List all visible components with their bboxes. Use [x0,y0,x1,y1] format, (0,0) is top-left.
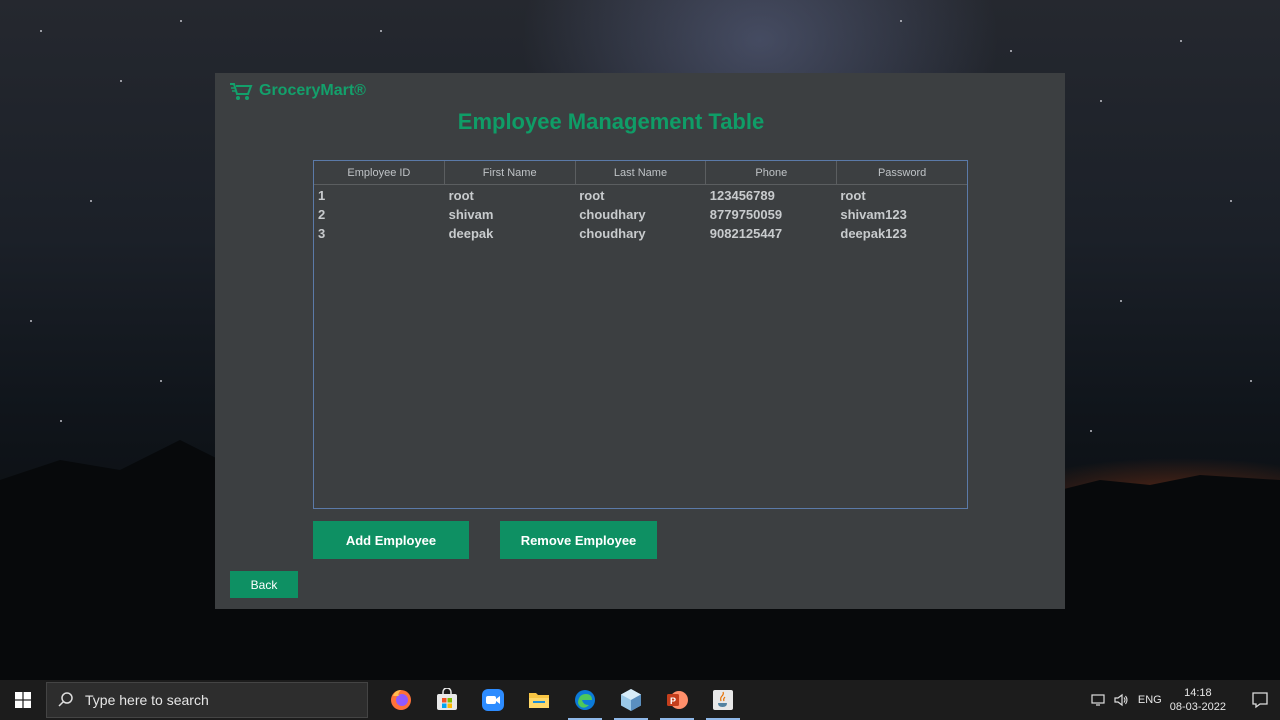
taskbar-apps: P [378,680,746,720]
table-row[interactable]: 3 deepak choudhary 9082125447 deepak123 [314,224,967,243]
netbeans-icon [621,689,641,711]
table-cell: deepak [448,226,494,241]
back-button[interactable]: Back [230,571,298,598]
table-row[interactable]: 2 shivam choudhary 8779750059 shivam123 [314,205,967,224]
table-cell: 1 [318,188,326,203]
column-header-first-name[interactable]: First Name [445,161,576,184]
zoom-icon [482,689,504,711]
table-cell: shivam123 [840,207,907,222]
table-cell: choudhary [579,207,646,222]
employee-table[interactable]: Employee ID First Name Last Name Phone P… [313,160,968,509]
language-indicator[interactable]: ENG [1138,694,1162,706]
add-employee-button[interactable]: Add Employee [313,521,469,559]
windows-logo-icon [15,692,31,708]
table-cell: root [579,188,605,203]
taskbar-search-box[interactable]: Type here to search [46,682,368,718]
table-cell: shivam [448,207,494,222]
notification-center-button[interactable] [1240,691,1280,709]
taskbar-app-zoom[interactable] [470,680,516,720]
clock[interactable]: 14:18 08-03-2022 [1170,686,1226,714]
clock-date: 08-03-2022 [1169,701,1226,713]
file-explorer-icon [529,693,549,708]
taskbar-app-powerpoint[interactable]: P [654,680,700,720]
start-button[interactable] [0,680,46,720]
taskbar-app-store[interactable] [424,680,470,720]
employee-management-window: GroceryMart® Employee Management Table E… [215,73,1065,609]
table-cell: root [840,188,866,203]
table-cell: 2 [318,207,326,222]
table-cell: root [448,188,474,203]
table-cell: 123456789 [709,188,775,203]
taskbar-app-java[interactable] [700,680,746,720]
column-header-password[interactable]: Password [837,161,967,184]
firefox-icon [391,690,411,710]
column-header-employee-id[interactable]: Employee ID [314,161,445,184]
taskbar-app-firefox[interactable] [378,680,424,720]
java-icon [713,690,733,710]
clock-time: 14:18 [1184,687,1212,699]
notification-icon [1252,692,1268,709]
table-cell: choudhary [579,226,646,241]
column-header-last-name[interactable]: Last Name [576,161,707,184]
network-icon [1091,694,1105,706]
svg-text:P: P [670,696,676,706]
table-cell: deepak123 [840,226,907,241]
system-tray: ENG 14:18 08-03-2022 [1088,680,1280,720]
brand-name: GroceryMart® [259,82,366,99]
edge-icon [575,690,595,710]
search-icon [58,692,73,707]
table-cell: 9082125447 [709,226,783,241]
page-title: Employee Management Table [457,109,765,134]
microsoft-store-icon [437,688,457,710]
taskbar: Type here to search P ENG 14:18 08-03-20… [0,680,1280,720]
powerpoint-icon: P [667,691,688,709]
table-body: 1 root root 123456789 root 2 shivam chou… [314,185,967,243]
taskbar-app-edge[interactable] [562,680,608,720]
tray-network[interactable] [1088,692,1110,708]
taskbar-app-netbeans[interactable] [608,680,654,720]
table-row[interactable]: 1 root root 123456789 root [314,186,967,205]
remove-employee-button[interactable]: Remove Employee [500,521,657,559]
search-placeholder: Type here to search [85,692,209,708]
column-header-phone[interactable]: Phone [706,161,838,184]
taskbar-app-file-explorer[interactable] [516,680,562,720]
table-cell: 8779750059 [709,207,783,222]
cart-icon [230,83,253,100]
tray-volume[interactable] [1110,692,1132,708]
table-cell: 3 [318,226,326,241]
volume-icon [1114,693,1128,707]
table-header: Employee ID First Name Last Name Phone P… [314,161,967,185]
brand: GroceryMart® [229,81,366,101]
